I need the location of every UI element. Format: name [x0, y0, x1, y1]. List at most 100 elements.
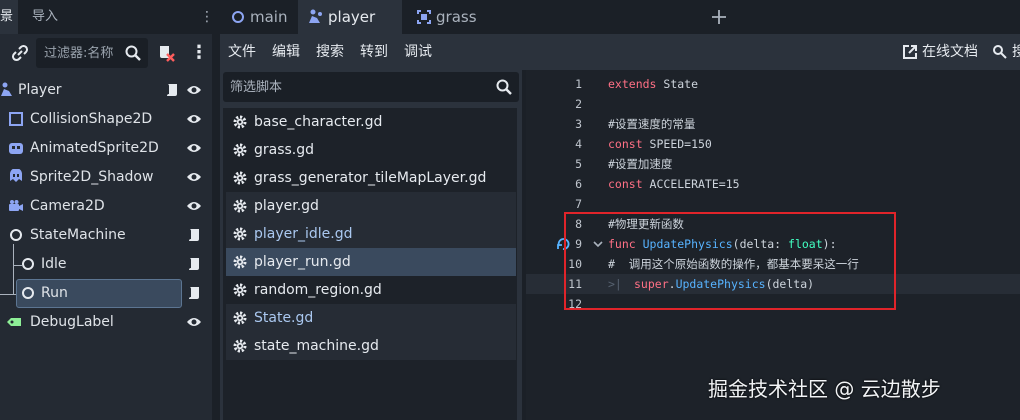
- more-options-icon[interactable]: ⋮: [190, 43, 208, 63]
- script-toolbar: 文件 编辑 搜索 转到 调试 在线文档 搜索帮助: [220, 34, 1020, 70]
- code-line: 6 const ACCELERATE=15: [526, 174, 1020, 194]
- visibility-eye-icon[interactable]: [186, 112, 202, 126]
- script-item-label: player_idle.gd: [254, 226, 353, 242]
- script-filter-input[interactable]: [223, 72, 493, 102]
- tab-player[interactable]: player: [298, 0, 402, 34]
- script-item-label: grass.gd: [254, 142, 315, 158]
- node-label: CollisionShape2D: [30, 111, 153, 127]
- tree-node-sprite2d-shadow[interactable]: Sprite2D_Shadow: [0, 163, 212, 192]
- script-icon[interactable]: [186, 256, 202, 272]
- tab-import-label: 导入: [32, 9, 59, 24]
- script-item-label: player.gd: [254, 198, 319, 214]
- code-text: const SPEED=150: [608, 137, 712, 151]
- script-item-random-region[interactable]: random_region.gd: [226, 276, 516, 304]
- node-label: Camera2D: [30, 198, 105, 214]
- script-item-label: state_machine.gd: [254, 338, 379, 354]
- script-item-state[interactable]: State.gd: [226, 304, 516, 332]
- visibility-eye-icon[interactable]: [186, 170, 202, 184]
- script-list-panel: base_character.gd grass.gd grass_generat…: [220, 70, 522, 420]
- tab-scene-label: 景: [0, 9, 14, 24]
- tree-node-collisionshape2d[interactable]: CollisionShape2D: [0, 105, 212, 134]
- script-icon[interactable]: [164, 82, 180, 98]
- link-icon[interactable]: [10, 43, 30, 63]
- annotation-highlight-box: [564, 212, 896, 310]
- collision-shape-icon: [9, 112, 23, 126]
- script-item-grass[interactable]: grass.gd: [226, 136, 516, 164]
- script-item-label: State.gd: [254, 310, 314, 326]
- node-circle-icon: [10, 229, 22, 241]
- search-icon: [125, 45, 141, 61]
- remove-script-icon[interactable]: [156, 43, 176, 63]
- script-item-label: base_character.gd: [254, 114, 383, 130]
- node-label: Idle: [41, 256, 67, 272]
- tree-node-idle[interactable]: Idle: [0, 250, 212, 279]
- gear-icon: [233, 339, 247, 353]
- tree-node-animatedsprite2d[interactable]: AnimatedSprite2D: [0, 134, 212, 163]
- tab-scene[interactable]: 景: [0, 0, 18, 34]
- line-number: 2: [575, 97, 582, 111]
- tab-import[interactable]: 导入: [32, 0, 72, 34]
- line-number: 3: [575, 117, 582, 131]
- dock-splitter[interactable]: [212, 0, 220, 420]
- code-line: 7: [526, 194, 1020, 214]
- add-tab-icon[interactable]: [710, 8, 728, 26]
- label-tag-icon: [7, 318, 21, 326]
- online-docs-label: 在线文档: [922, 44, 978, 60]
- script-item-player-idle[interactable]: player_idle.gd: [226, 220, 516, 248]
- tab-grass[interactable]: grass: [406, 0, 496, 34]
- node-label: StateMachine: [30, 227, 126, 243]
- script-icon[interactable]: [186, 285, 202, 301]
- visibility-eye-icon[interactable]: [186, 315, 202, 329]
- menu-goto[interactable]: 转到: [360, 34, 388, 70]
- script-item-grass-generator[interactable]: grass_generator_tileMapLayer.gd: [226, 164, 516, 192]
- code-line: 1 extends State: [526, 74, 1020, 94]
- script-item-state-machine[interactable]: state_machine.gd: [226, 332, 516, 360]
- tab-main[interactable]: main: [220, 0, 298, 34]
- script-item-player-run[interactable]: player_run.gd: [226, 248, 516, 276]
- code-comment: #设置加速度: [608, 157, 673, 171]
- search-icon: [496, 79, 512, 95]
- frame-icon: [417, 10, 431, 24]
- code-text: extends State: [608, 77, 699, 91]
- tree-node-run[interactable]: Run: [0, 279, 212, 308]
- watermark: 掘金技术社区 @ 云边散步: [708, 377, 941, 401]
- line-number: 6: [575, 177, 582, 191]
- circle-icon: [232, 11, 244, 23]
- node-label: AnimatedSprite2D: [30, 140, 159, 156]
- sprite-icon: [10, 169, 22, 182]
- node-label: Sprite2D_Shadow: [30, 169, 154, 185]
- scene-filter-field: [36, 38, 148, 68]
- line-number: 1: [575, 77, 582, 91]
- menu-file[interactable]: 文件: [228, 34, 256, 70]
- menu-search[interactable]: 搜索: [316, 34, 344, 70]
- scene-filter-input[interactable]: [36, 38, 126, 68]
- script-icon[interactable]: [186, 227, 202, 243]
- editor-tab-bar: main player grass: [220, 0, 1020, 34]
- visibility-eye-icon[interactable]: [186, 141, 202, 155]
- script-item-label: grass_generator_tileMapLayer.gd: [254, 170, 487, 186]
- scene-node-icon: [309, 9, 322, 23]
- tree-node-camera2d[interactable]: Camera2D: [0, 192, 212, 221]
- gear-icon: [233, 199, 247, 213]
- tree-node-player[interactable]: Player: [0, 76, 212, 105]
- script-item-label: random_region.gd: [254, 282, 382, 298]
- dock-options-icon[interactable]: ⋮: [200, 8, 214, 26]
- code-line: 5 #设置加速度: [526, 154, 1020, 174]
- code-text: const ACCELERATE=15: [608, 177, 740, 191]
- visibility-eye-icon[interactable]: [186, 83, 202, 97]
- search-help-button[interactable]: 搜索帮助: [992, 34, 1020, 70]
- script-item-base-character[interactable]: base_character.gd: [226, 108, 516, 136]
- menu-edit[interactable]: 编辑: [272, 34, 300, 70]
- node-circle-icon: [22, 258, 34, 270]
- visibility-eye-icon[interactable]: [186, 199, 202, 213]
- script-filter-field: [223, 72, 519, 102]
- node-label: Run: [41, 285, 68, 301]
- tree-node-debuglabel[interactable]: DebugLabel: [0, 308, 212, 337]
- gear-icon: [233, 143, 247, 157]
- script-item-player[interactable]: player.gd: [226, 192, 516, 220]
- tree-node-statemachine[interactable]: StateMachine: [0, 221, 212, 250]
- menu-debug[interactable]: 调试: [404, 34, 432, 70]
- gear-icon: [233, 283, 247, 297]
- node-label: DebugLabel: [30, 314, 114, 330]
- code-line: 2: [526, 94, 1020, 114]
